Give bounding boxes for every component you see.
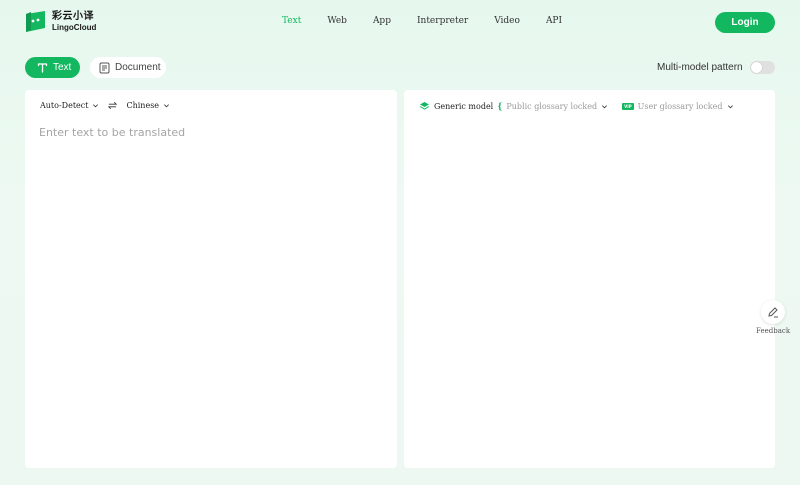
multi-model-label: Multi-model pattern — [657, 62, 743, 73]
nav-web[interactable]: Web — [327, 16, 347, 26]
target-language-label: Chinese — [126, 101, 160, 110]
login-button[interactable]: Login — [715, 12, 775, 33]
nav-api[interactable]: API — [546, 16, 562, 26]
vip-badge: VIP — [622, 102, 634, 110]
public-glossary-select[interactable]: { Public glossary locked — [497, 101, 608, 111]
document-mode-button[interactable]: Document — [90, 57, 166, 78]
text-mode-label: Text — [53, 62, 72, 73]
layers-icon — [419, 102, 430, 110]
nav-interpreter[interactable]: Interpreter — [417, 16, 468, 26]
brand-name-en: LingoCloud — [52, 23, 97, 32]
edit-icon — [768, 307, 778, 318]
chevron-down-icon — [93, 104, 99, 108]
user-glossary-select[interactable]: VIP User glossary locked — [622, 102, 733, 111]
user-glossary-label: User glossary locked — [637, 101, 723, 111]
source-language-label: Auto-Detect — [40, 101, 89, 110]
source-panel: Auto-Detect Chinese — [25, 90, 397, 468]
toggle-knob — [751, 62, 762, 73]
model-label: Generic model — [434, 101, 494, 111]
source-text-input[interactable] — [39, 126, 384, 446]
nav-video[interactable]: Video — [494, 16, 520, 26]
model-select[interactable]: Generic model — [419, 101, 493, 111]
lingocloud-logo-icon — [25, 10, 47, 34]
target-panel: Generic model { Public glossary locked V… — [404, 90, 775, 468]
brand-name-cn: 彩云小译 — [52, 11, 94, 22]
chevron-down-icon — [602, 104, 608, 108]
model-bar: Generic model { Public glossary locked V… — [419, 101, 734, 111]
target-language-select[interactable]: Chinese — [126, 101, 170, 110]
language-bar: Auto-Detect Chinese — [40, 101, 170, 110]
logo[interactable]: 彩云小译 LingoCloud — [25, 10, 96, 34]
chevron-down-icon — [164, 104, 170, 108]
source-language-select[interactable]: Auto-Detect — [40, 101, 99, 110]
top-nav: Text Web App Interpreter Video API — [282, 16, 588, 26]
nav-text[interactable]: Text — [282, 16, 301, 26]
text-icon — [36, 62, 48, 74]
document-icon — [98, 62, 110, 74]
text-mode-button[interactable]: Text — [25, 57, 80, 78]
feedback-button[interactable]: Feedback — [756, 300, 790, 335]
glossary-brace-icon: { — [497, 101, 503, 111]
document-mode-label: Document — [115, 62, 161, 73]
nav-app[interactable]: App — [373, 16, 391, 26]
public-glossary-label: Public glossary locked — [506, 101, 598, 111]
feedback-label: Feedback — [756, 327, 791, 335]
multi-model-toggle[interactable] — [750, 61, 775, 74]
feedback-circle — [761, 300, 785, 324]
header: 彩云小译 LingoCloud Text Web App Interpreter… — [0, 0, 800, 46]
chevron-down-icon — [727, 104, 733, 108]
swap-languages-icon[interactable] — [108, 101, 118, 110]
